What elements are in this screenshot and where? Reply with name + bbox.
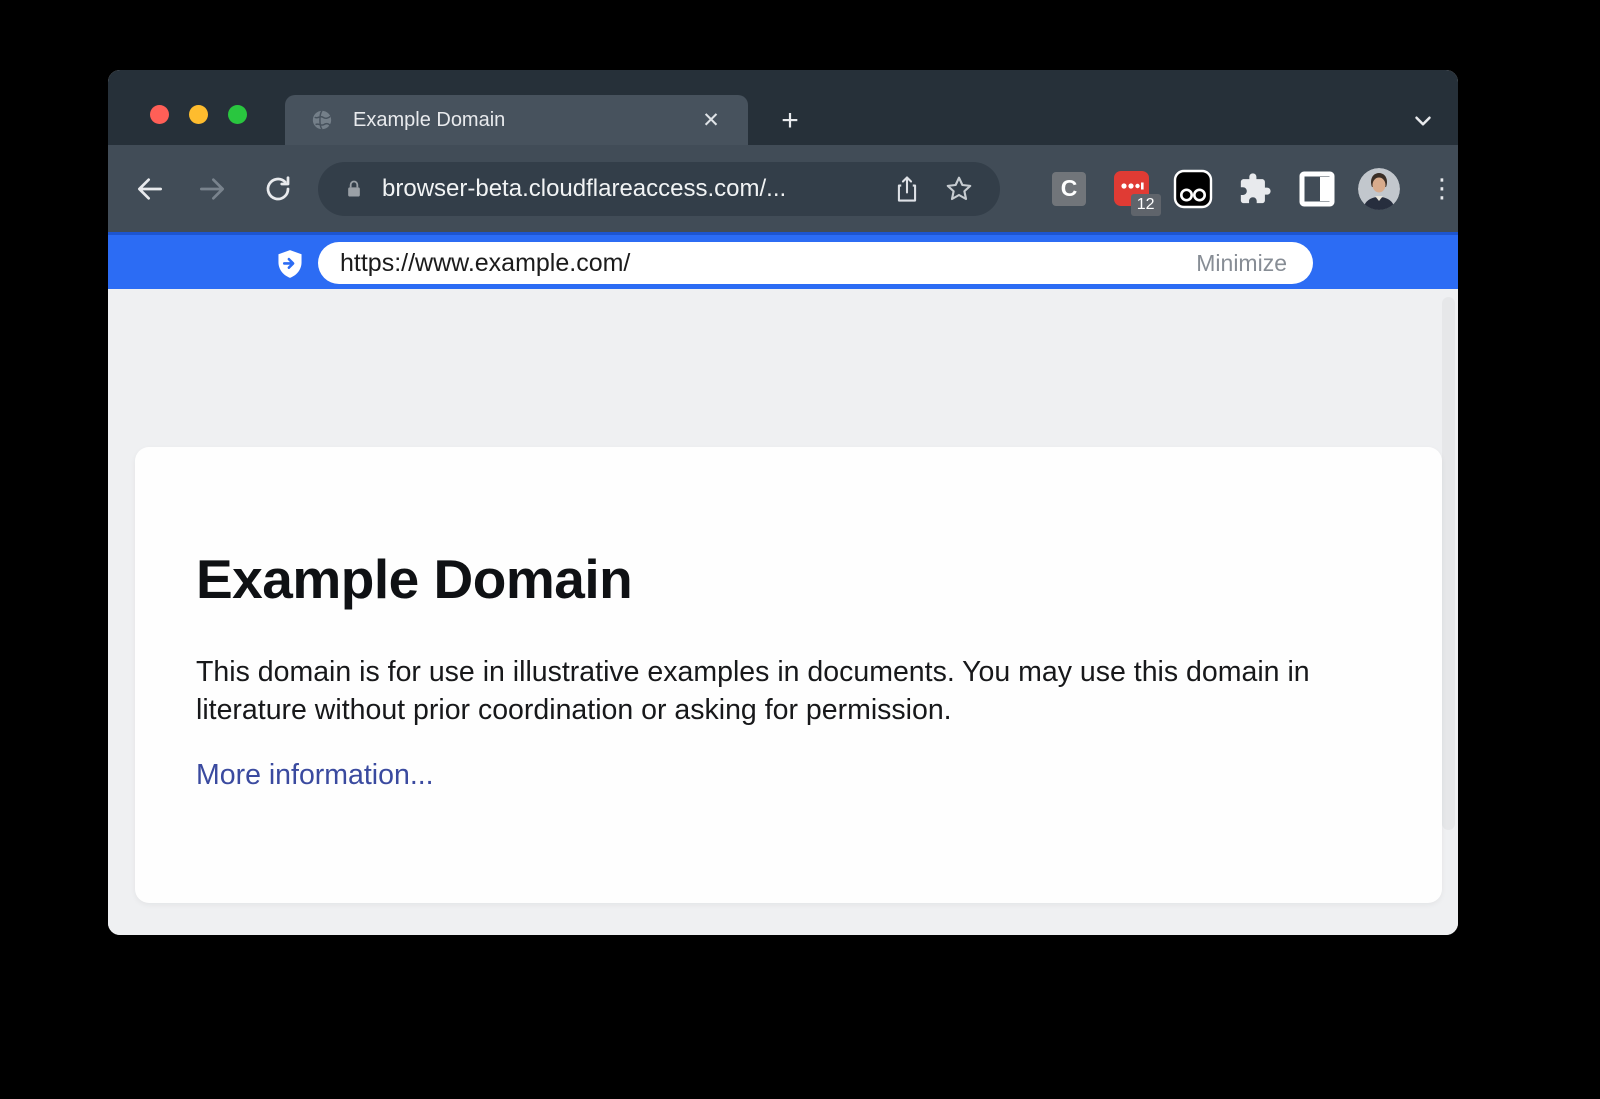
tab-title: Example Domain	[353, 109, 696, 132]
page-scrollbar[interactable]	[1442, 297, 1455, 830]
extensions-puzzle-icon	[1238, 172, 1272, 206]
extension-two-circles-icon	[1172, 168, 1214, 210]
minimize-button[interactable]: Minimize	[1196, 250, 1287, 277]
address-bar[interactable]: browser-beta.cloudflareaccess.com/...	[318, 162, 1000, 216]
tab-strip: Example Domain ✕ +	[108, 70, 1458, 145]
browser-window: Example Domain ✕ + browser-beta.clou	[108, 70, 1458, 935]
side-panel-button[interactable]	[1286, 171, 1348, 207]
back-button[interactable]	[128, 167, 172, 211]
page-title: Example Domain	[196, 547, 1442, 611]
minimize-window-button[interactable]	[189, 105, 208, 124]
traffic-lights	[150, 105, 247, 124]
address-bar-url: browser-beta.cloudflareaccess.com/...	[382, 175, 888, 203]
chrome-menu-button[interactable]: ⋮	[1410, 180, 1458, 196]
extension-red-dots-icon: 12	[1114, 171, 1149, 206]
toolbar: browser-beta.cloudflareaccess.com/... C	[108, 145, 1458, 232]
forward-button[interactable]	[190, 167, 234, 211]
globe-icon	[311, 109, 333, 131]
isolation-url-input[interactable]	[340, 249, 1196, 278]
extensions-menu-button[interactable]	[1224, 172, 1286, 206]
page-viewport: Example Domain This domain is for use in…	[108, 289, 1458, 935]
reload-button[interactable]	[256, 167, 300, 211]
content-card: Example Domain This domain is for use in…	[135, 447, 1442, 903]
bookmark-star-icon[interactable]	[940, 174, 978, 204]
tab-search-chevron-icon[interactable]	[1410, 108, 1436, 139]
share-icon[interactable]	[888, 174, 926, 204]
side-panel-icon	[1299, 171, 1335, 207]
isolation-shield-icon	[276, 249, 304, 279]
extension-c-button[interactable]: C	[1038, 172, 1100, 206]
isolation-bar: Minimize	[108, 232, 1458, 289]
isolation-url-pill: Minimize	[318, 242, 1313, 284]
three-dot-menu-icon: ⋮	[1429, 180, 1439, 196]
profile-button[interactable]	[1348, 168, 1410, 210]
page-body-text: This domain is for use in illustrative e…	[196, 653, 1346, 729]
avatar	[1358, 168, 1400, 210]
tab-example-domain[interactable]: Example Domain ✕	[285, 95, 748, 145]
zoom-window-button[interactable]	[228, 105, 247, 124]
extension-badge-count: 12	[1131, 194, 1161, 216]
extension-black-button[interactable]	[1162, 168, 1224, 210]
close-window-button[interactable]	[150, 105, 169, 124]
extension-c-icon: C	[1052, 172, 1086, 206]
tab-close-icon[interactable]: ✕	[696, 105, 726, 135]
new-tab-button[interactable]: +	[770, 103, 810, 139]
extensions-area: C 12	[1038, 145, 1458, 232]
extension-red-button[interactable]: 12	[1100, 171, 1162, 206]
more-information-link[interactable]: More information...	[196, 759, 434, 792]
lock-icon	[344, 177, 364, 201]
